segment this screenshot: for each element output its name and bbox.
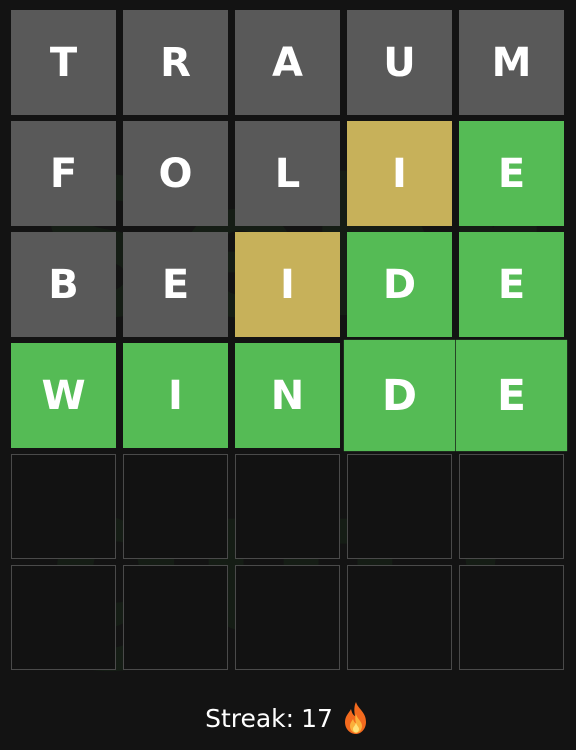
letter-tile [347, 454, 452, 559]
letter-tile: N [235, 343, 340, 448]
board-row [11, 454, 564, 559]
letter-tile: L [235, 121, 340, 226]
letter-tile: W [11, 343, 116, 448]
letter-tile: T [11, 10, 116, 115]
board-row: FOLIE [11, 121, 564, 226]
letter-tile [11, 565, 116, 670]
board-row [11, 565, 564, 670]
letter-tile: E [455, 339, 568, 452]
letter-tile: I [235, 232, 340, 337]
streak-count: 17 [301, 703, 333, 733]
letter-tile [459, 565, 564, 670]
letter-tile: E [459, 121, 564, 226]
board-row: WINDE [11, 339, 568, 452]
letter-tile: A [235, 10, 340, 115]
letter-tile: U [347, 10, 452, 115]
letter-tile [11, 454, 116, 559]
letter-tile [347, 565, 452, 670]
letter-tile: I [347, 121, 452, 226]
board-row: BEIDE [11, 232, 564, 337]
letter-tile: R [123, 10, 228, 115]
letter-tile: D [343, 339, 456, 452]
letter-tile [235, 454, 340, 559]
streak-label: Streak: [205, 703, 295, 733]
letter-tile [235, 565, 340, 670]
letter-tile: M [459, 10, 564, 115]
streak-bar: Streak: 17 [0, 690, 576, 746]
letter-tile [123, 454, 228, 559]
letter-tile: E [123, 232, 228, 337]
letter-tile: D [347, 232, 452, 337]
letter-tile: E [459, 232, 564, 337]
letter-tile: B [11, 232, 116, 337]
game-board: TRAUMFOLIEBEIDEWINDE [11, 10, 568, 676]
fire-icon [341, 701, 371, 735]
letter-tile: I [123, 343, 228, 448]
letter-tile: O [123, 121, 228, 226]
letter-tile: F [11, 121, 116, 226]
letter-tile [123, 565, 228, 670]
board-row: TRAUM [11, 10, 564, 115]
game-screen: Sehr gut! TRAUMFOLIEBEIDEWINDE Streak: 1… [0, 0, 576, 750]
letter-tile [459, 454, 564, 559]
